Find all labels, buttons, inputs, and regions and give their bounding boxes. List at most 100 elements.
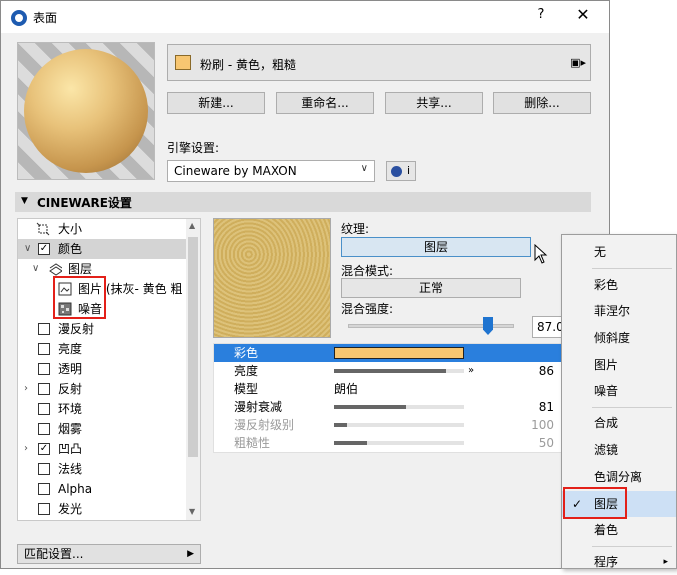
channel-scrollbar[interactable]: ▲ ▼ [186, 219, 200, 520]
collapse-triangle-icon: ▼ [21, 196, 28, 206]
match-settings-label: 匹配设置... [24, 547, 84, 561]
property-label: 粗糙性 [234, 436, 271, 450]
channel-checkbox[interactable] [38, 323, 50, 335]
channel-checkbox[interactable] [38, 483, 50, 495]
channel-checkbox[interactable] [38, 503, 50, 515]
expand-icon[interactable]: › [24, 439, 28, 459]
channel-checkbox[interactable] [38, 383, 50, 395]
property-value[interactable]: 朗伯 [334, 380, 358, 398]
property-label: 漫反射级别 [234, 418, 295, 432]
slider-chevron-icon: » [468, 365, 475, 376]
channel-checkbox[interactable] [38, 423, 50, 435]
menu-item-composite[interactable]: 合成 [562, 410, 676, 436]
scroll-up-icon[interactable]: ▲ [189, 221, 195, 230]
property-label: 亮度 [234, 364, 259, 378]
close-button[interactable]: ✕ [571, 5, 595, 27]
property-row-diffuse-level: 漫反射级别 100 [214, 416, 580, 434]
property-slider[interactable] [334, 405, 464, 409]
engine-info-button[interactable]: i [386, 161, 416, 181]
channel-checkbox[interactable] [38, 403, 50, 415]
menu-item-image[interactable]: 图片 [562, 352, 676, 378]
chevron-down-icon: ∨ [360, 163, 368, 174]
channel-checkbox[interactable]: ✓ [38, 443, 50, 455]
menu-item-colorize[interactable]: 着色 [562, 517, 676, 543]
menu-item-noise[interactable]: 噪音 [562, 378, 676, 404]
channel-item-glow[interactable]: 发光 [18, 499, 186, 519]
menu-item-label: 程序 [594, 555, 619, 569]
menu-item-color[interactable]: 彩色 [562, 272, 676, 298]
delete-button[interactable]: 删除... [493, 92, 591, 114]
channel-label: 发光 [58, 502, 83, 516]
material-swatch [175, 55, 191, 70]
channel-item-alpha[interactable]: Alpha [18, 479, 186, 499]
color-swatch[interactable] [334, 347, 464, 359]
texture-button[interactable]: 图层 [341, 237, 531, 257]
submenu-arrow-icon: ▸ [663, 557, 668, 567]
share-button[interactable]: 共享... [385, 92, 483, 114]
channel-label: 透明 [58, 362, 83, 376]
preview-sphere [24, 49, 148, 173]
channel-item-environment[interactable]: 环境 [18, 399, 186, 419]
material-selector[interactable]: 粉刷 - 黄色，粗糙 ▣▸ [167, 44, 591, 81]
channel-checkbox[interactable] [38, 343, 50, 355]
rename-button[interactable]: 重命名... [276, 92, 374, 114]
channel-label: 大小 [58, 222, 83, 236]
property-row-brightness[interactable]: 亮度 » 86 [214, 362, 580, 380]
channel-item-transparency[interactable]: 透明 [18, 359, 186, 379]
menu-item-fresnel[interactable]: 菲涅尔 [562, 298, 676, 324]
material-menu-icon[interactable]: ▣▸ [570, 56, 586, 69]
scroll-down-icon[interactable]: ▼ [189, 507, 195, 516]
channel-checkbox[interactable]: ✓ [38, 243, 50, 255]
channel-label: 颜色 [58, 242, 83, 256]
channel-item-bump[interactable]: › ✓ 凹凸 [18, 439, 186, 459]
blend-strength-label: 混合强度: [341, 302, 394, 316]
property-slider[interactable] [334, 369, 464, 373]
engine-select[interactable]: Cineware by MAXON ∨ [167, 160, 375, 182]
channel-item-fog[interactable]: 烟雾 [18, 419, 186, 439]
engine-label: 引擎设置: [167, 141, 220, 155]
property-row-model[interactable]: 模型 朗伯 [214, 380, 580, 398]
channel-item-luminance[interactable]: 亮度 [18, 339, 186, 359]
property-value: 100 [531, 418, 554, 432]
channel-item-size[interactable]: 大小 [18, 219, 186, 239]
channel-label: 环境 [58, 402, 83, 416]
property-row-color[interactable]: 彩色 [214, 344, 580, 362]
blend-mode-button[interactable]: 正常 [341, 278, 521, 298]
channel-item-color[interactable]: ∨ ✓ 颜色 [18, 239, 186, 259]
menu-item-none[interactable]: 无 [562, 239, 676, 265]
expand-icon[interactable]: › [24, 379, 28, 399]
help-button[interactable]: ? [531, 7, 551, 27]
channel-item-reflection[interactable]: › 反射 [18, 379, 186, 399]
title-bar: 表面 ? ✕ [1, 1, 609, 33]
archicad-icon [11, 10, 27, 26]
texture-preview [213, 218, 331, 338]
new-button[interactable]: 新建... [167, 92, 265, 114]
menu-item-filter[interactable]: 滤镜 [562, 437, 676, 463]
menu-item-procedural[interactable]: 程序 ▸ [562, 549, 676, 575]
channel-checkbox[interactable] [38, 363, 50, 375]
match-settings-button[interactable]: 匹配设置... ▶ [17, 544, 201, 564]
property-list: 彩色 亮度 » 86 模型 朗伯 漫射衰减 81 漫反射级别 100 粗糙性 5… [213, 343, 581, 453]
property-row-diffuse-falloff[interactable]: 漫射衰减 81 [214, 398, 580, 416]
menu-item-gradient[interactable]: 倾斜度 [562, 325, 676, 351]
channel-label: 反射 [58, 382, 83, 396]
channel-item-diffuse[interactable]: 漫反射 [18, 319, 186, 339]
slider-thumb[interactable] [483, 317, 493, 335]
property-label: 漫射衰减 [234, 400, 283, 414]
size-icon [36, 222, 50, 236]
scrollbar-thumb[interactable] [188, 237, 198, 457]
expand-icon[interactable]: ∨ [32, 259, 39, 279]
material-name: 粉刷 - 黄色，粗糙 [200, 58, 296, 72]
highlight-annotation [53, 276, 106, 319]
channel-checkbox[interactable] [38, 463, 50, 475]
menu-separator [592, 268, 672, 269]
property-value: 86 [538, 364, 554, 378]
channel-label: Alpha [58, 482, 93, 496]
property-slider [334, 423, 464, 427]
engine-value: Cineware by MAXON [174, 164, 297, 178]
cineware-section-header[interactable]: ▼ CINEWARE设置 [15, 192, 591, 212]
channel-label: 漫反射 [58, 322, 95, 336]
channel-item-normal[interactable]: 法线 [18, 459, 186, 479]
expand-icon[interactable]: ∨ [24, 239, 31, 259]
info-icon: i [407, 164, 411, 177]
